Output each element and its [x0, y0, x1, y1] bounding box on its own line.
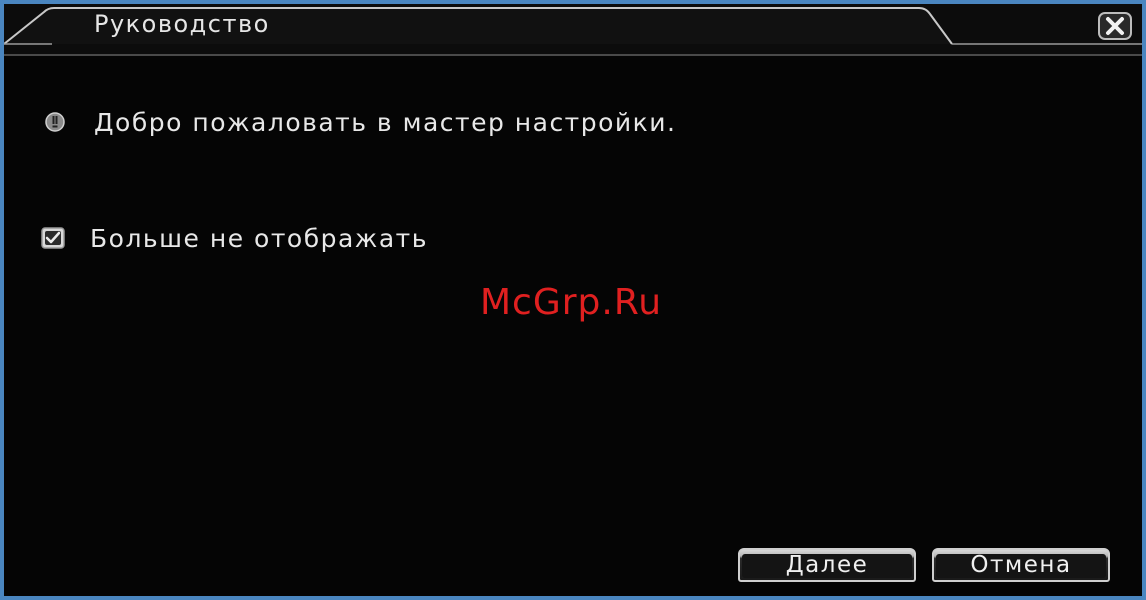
wizard-dialog: Руководство Добро пожаловать в мастер на…: [0, 0, 1146, 600]
dialog-title: Руководство: [94, 10, 270, 38]
dont-show-again-label: Больше не отображать: [90, 223, 428, 253]
watermark: McGrp.Ru: [480, 282, 663, 323]
next-button[interactable]: Далее: [738, 548, 916, 582]
next-button-label: Далее: [785, 552, 869, 578]
close-button[interactable]: [1098, 12, 1132, 40]
close-icon: [1098, 12, 1132, 40]
cancel-button-label: Отмена: [970, 552, 1072, 578]
dont-show-again-checkbox[interactable]: [40, 226, 66, 250]
info-icon: [45, 112, 65, 132]
dialog-body: Руководство Добро пожаловать в мастер на…: [4, 4, 1142, 596]
welcome-text: Добро пожаловать в мастер настройки.: [94, 107, 677, 137]
dont-show-again-row[interactable]: Больше не отображать: [40, 220, 428, 256]
welcome-row: Добро пожаловать в мастер настройки.: [44, 104, 676, 140]
cancel-button[interactable]: Отмена: [932, 548, 1110, 582]
dialog-content: Добро пожаловать в мастер настройки. Бол…: [4, 54, 1142, 596]
